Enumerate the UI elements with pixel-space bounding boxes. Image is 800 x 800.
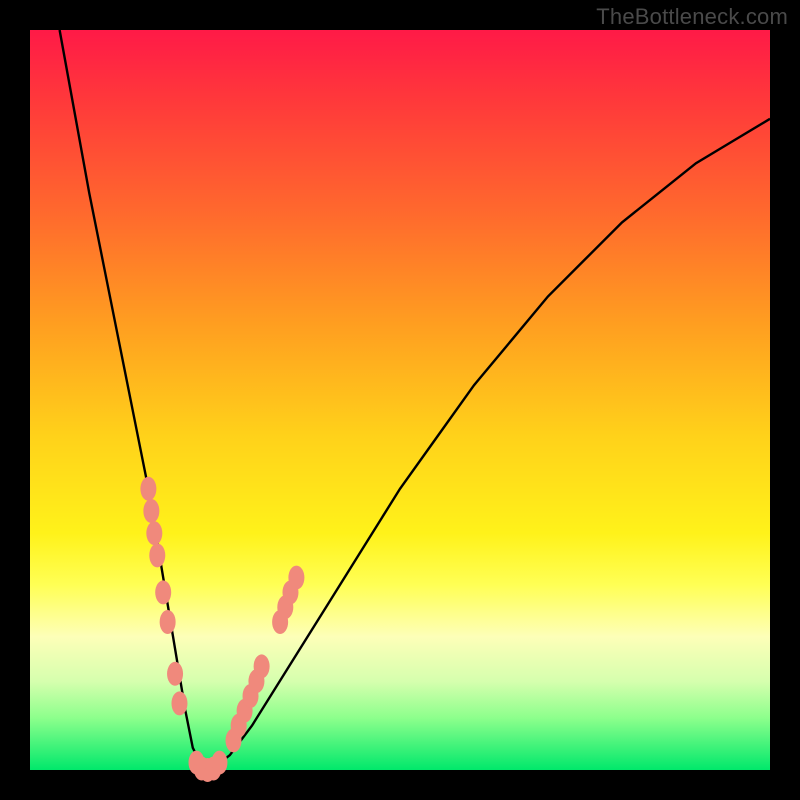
data-marker [167,662,183,686]
data-markers [140,477,304,782]
watermark-text: TheBottleneck.com [596,4,788,30]
data-marker [171,691,187,715]
data-marker [140,477,156,501]
data-marker [288,566,304,590]
data-marker [211,751,227,775]
data-marker [254,654,270,678]
plot-area [30,30,770,770]
bottleneck-curve [60,30,770,770]
data-marker [149,543,165,567]
data-marker [146,521,162,545]
data-marker [155,580,171,604]
chart-svg [30,30,770,770]
data-marker [160,610,176,634]
data-marker [143,499,159,523]
chart-frame: TheBottleneck.com [0,0,800,800]
